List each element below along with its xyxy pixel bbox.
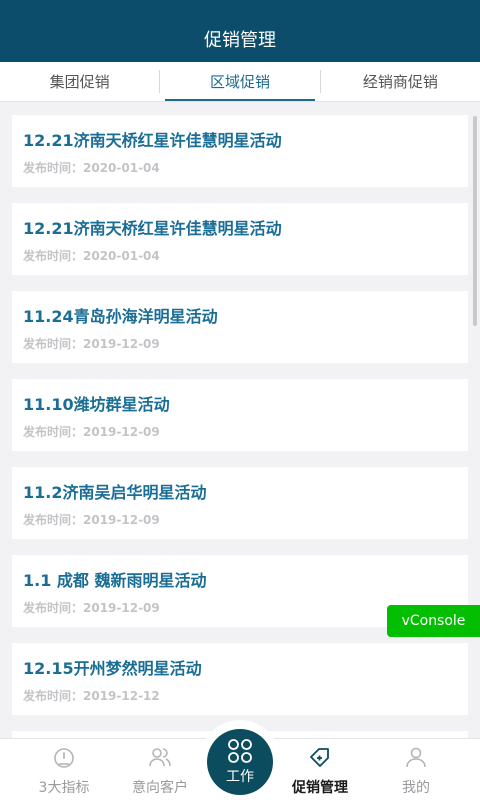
publish-date: 发布时间：2019-12-09 [23, 425, 160, 439]
nav-label: 意向客户 [132, 780, 188, 796]
publish-date: 发布时间：2020-01-04 [23, 249, 160, 263]
list-item[interactable]: 11.2济南吴启华明星活动 发布时间：2019-12-09 [12, 467, 468, 539]
grid-icon [228, 739, 252, 763]
promotion-title: 11.10潍坊群星活动 [23, 395, 170, 414]
publish-date: 发布时间：2019-12-12 [23, 689, 160, 703]
promotion-title: 11.2济南吴启华明星活动 [23, 483, 207, 502]
list-item[interactable]: 11.10潍坊群星活动 发布时间：2019-12-09 [12, 379, 468, 451]
list-item[interactable]: 12.15开州梦然明星活动 发布时间：2019-12-12 [12, 643, 468, 715]
page-title: 促销管理 [204, 30, 276, 51]
nav-item-customers[interactable]: 意向客户 [112, 739, 208, 800]
promotion-list[interactable]: 12.21济南天桥红星许佳慧明星活动 发布时间：2020-01-04 12.21… [0, 102, 480, 738]
tab-label: 区域促销 [209, 73, 270, 91]
tab-bar-top: 集团促销 区域促销 经销商促销 [0, 62, 480, 102]
person-icon [406, 747, 426, 768]
nav-label: 我的 [402, 780, 430, 796]
tab-label: 集团促销 [49, 73, 110, 91]
tab-regional-promotion[interactable]: 区域促销 [160, 62, 319, 101]
nav-item-indicators[interactable]: 3大指标 [16, 739, 112, 800]
tab-group-promotion[interactable]: 集团促销 [0, 62, 159, 101]
list-item[interactable]: 12.21济南天桥红星许佳慧明星活动 发布时间：2020-01-04 [12, 203, 468, 275]
publish-date: 发布时间：2019-12-09 [23, 337, 160, 351]
nav-label: 工作 [226, 769, 254, 785]
vconsole-button[interactable]: vConsole [387, 605, 480, 637]
list-item[interactable]: 11.24青岛孙海洋明星活动 发布时间：2019-12-09 [12, 291, 468, 363]
nav-label: 3大指标 [38, 780, 90, 796]
promotion-title: 12.15开州梦然明星活动 [23, 659, 202, 678]
promotion-title: 12.21济南天桥红星许佳慧明星活动 [23, 131, 282, 150]
vconsole-label: vConsole [401, 613, 466, 629]
scrollbar[interactable] [473, 116, 477, 326]
promotion-title: 1.1 成都 魏新雨明星活动 [23, 571, 207, 590]
gauge-icon [54, 748, 74, 768]
tag-icon [310, 748, 329, 767]
work-button[interactable]: 工作 [207, 729, 273, 795]
app-header: 促销管理 [0, 0, 480, 62]
list-item[interactable]: 12.21济南天桥红星许佳慧明星活动 发布时间：2020-01-04 [12, 115, 468, 187]
nav-item-promotion[interactable]: 促销管理 [272, 739, 368, 800]
promotion-title: 11.24青岛孙海洋明星活动 [23, 307, 218, 326]
publish-date: 发布时间：2019-12-09 [23, 513, 160, 527]
promotion-title: 12.21济南天桥红星许佳慧明星活动 [23, 219, 282, 238]
publish-date: 发布时间：2020-01-04 [23, 161, 160, 175]
customers-icon [149, 748, 171, 767]
tab-dealer-promotion[interactable]: 经销商促销 [321, 62, 480, 101]
nav-label: 促销管理 [292, 780, 348, 796]
tab-label: 经销商促销 [362, 73, 438, 91]
nav-item-mine[interactable]: 我的 [368, 739, 464, 800]
